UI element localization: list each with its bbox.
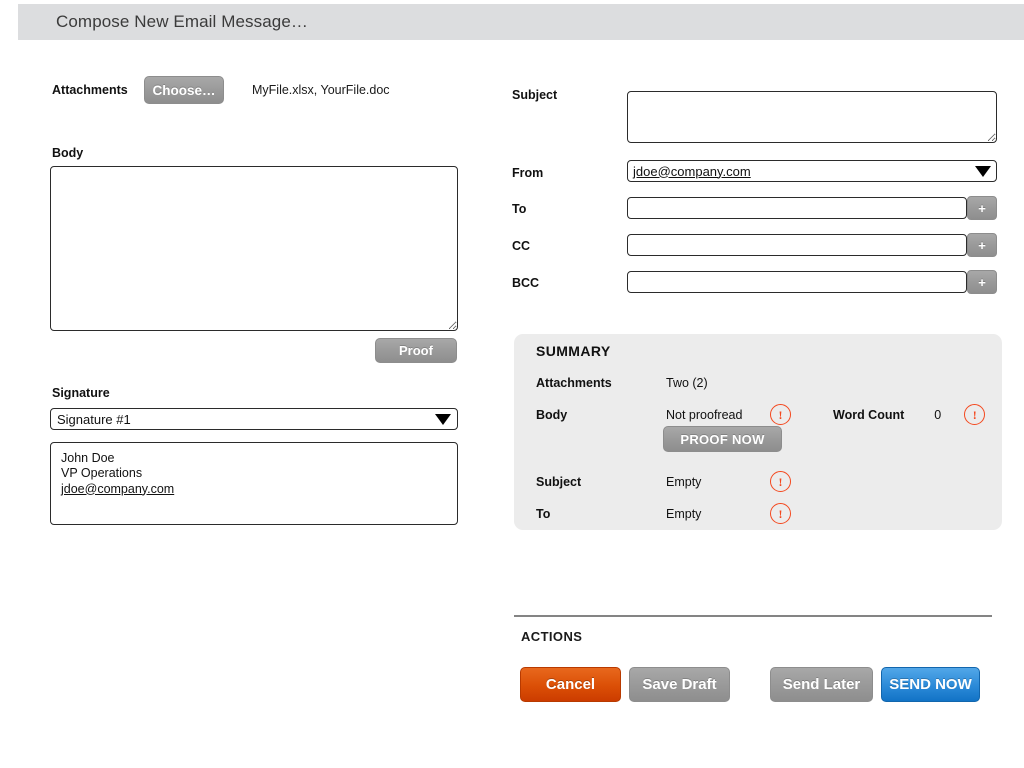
proof-now-button[interactable]: PROOF NOW — [663, 426, 782, 452]
attachment-filenames: MyFile.xlsx, YourFile.doc — [252, 83, 390, 97]
chevron-down-icon — [975, 165, 991, 177]
warning-icon: ! — [770, 404, 791, 425]
send-later-button[interactable]: Send Later — [770, 667, 873, 702]
choose-attachment-button[interactable]: Choose… — [144, 76, 224, 104]
subject-input[interactable] — [627, 91, 997, 143]
to-label: To — [512, 202, 527, 216]
to-input[interactable] — [627, 197, 967, 219]
summary-subject-value: Empty — [666, 474, 702, 489]
summary-body-value: Not proofread — [666, 407, 743, 422]
attachments-row: Attachments Choose… MyFile.xlsx, YourFil… — [52, 76, 390, 104]
warning-icon: ! — [770, 503, 791, 524]
signature-preview-title: VP Operations — [61, 466, 143, 481]
signature-label: Signature — [52, 386, 110, 400]
cc-label: CC — [512, 239, 531, 253]
from-label: From — [512, 166, 544, 180]
signature-preview-name: John Doe — [61, 451, 115, 465]
attachments-label: Attachments — [52, 83, 128, 97]
actions-divider — [514, 615, 992, 617]
summary-row-subject: Subject Empty ! — [536, 471, 791, 492]
body-textarea[interactable] — [50, 166, 458, 331]
signature-select[interactable]: Signature #1 — [50, 408, 458, 430]
summary-row-attachments: Attachments Two (2) — [536, 376, 708, 390]
summary-word-count-label: Word Count — [833, 407, 905, 422]
body-label: Body — [52, 146, 84, 160]
summary-panel: SUMMARY Attachments Two (2) Body Not pro… — [514, 334, 1002, 530]
summary-body-label: Body — [536, 407, 568, 422]
summary-word-count-value: 0 — [934, 407, 942, 422]
send-now-button[interactable]: SEND NOW — [881, 667, 980, 702]
chevron-down-icon — [435, 413, 451, 425]
save-draft-button[interactable]: Save Draft — [629, 667, 730, 702]
add-bcc-recipient-button[interactable]: + — [967, 270, 997, 294]
signature-selected-value: Signature #1 — [57, 411, 131, 427]
warning-icon: ! — [964, 404, 986, 425]
warning-icon: ! — [770, 471, 791, 492]
cancel-button[interactable]: Cancel — [520, 667, 621, 702]
window-title: Compose New Email Message… — [56, 12, 309, 31]
bcc-input[interactable] — [627, 271, 967, 293]
summary-attachments-label: Attachments — [536, 376, 612, 390]
bcc-label: BCC — [512, 276, 540, 290]
summary-subject-label: Subject — [536, 474, 582, 489]
signature-preview-email: jdoe@company.com — [61, 481, 175, 496]
subject-label: Subject — [512, 88, 558, 102]
signature-preview[interactable]: John Doe VP Operations jdoe@company.com — [50, 442, 458, 525]
from-select[interactable]: jdoe@company.com — [627, 160, 997, 182]
summary-title: SUMMARY — [536, 343, 611, 359]
actions-title: ACTIONS — [521, 629, 583, 644]
summary-to-label: To — [536, 506, 551, 521]
summary-to-value: Empty — [666, 506, 702, 521]
proof-button[interactable]: Proof — [375, 338, 457, 363]
add-to-recipient-button[interactable]: + — [967, 196, 997, 220]
summary-row-to: To Empty ! — [536, 503, 791, 524]
add-cc-recipient-button[interactable]: + — [967, 233, 997, 257]
window-titlebar: Compose New Email Message… — [18, 4, 1024, 40]
from-selected-value: jdoe@company.com — [633, 163, 751, 179]
summary-attachments-value: Two (2) — [666, 376, 708, 390]
cc-input[interactable] — [627, 234, 967, 256]
summary-row-body: Body Not proofread ! Word Count 0 ! — [536, 404, 986, 425]
